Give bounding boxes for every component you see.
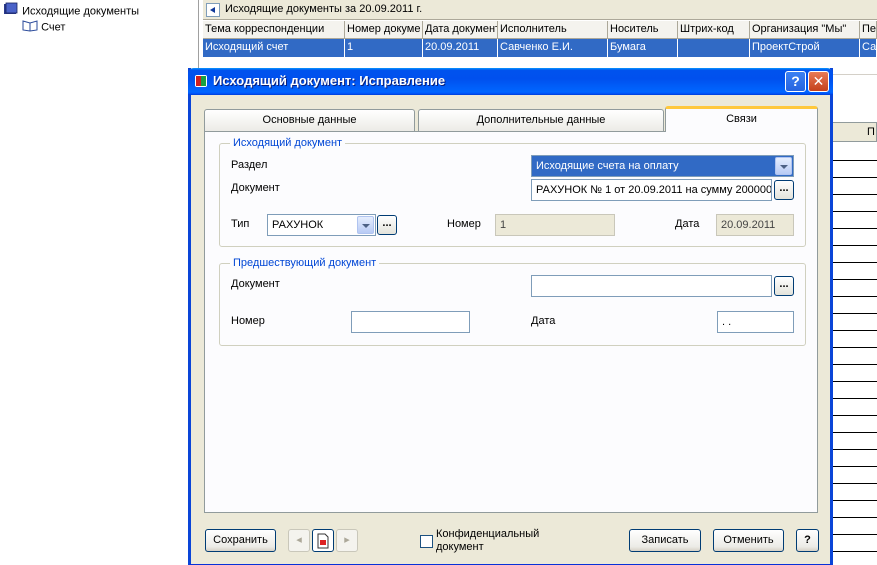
column-header[interactable]: Дата документ (423, 21, 498, 39)
type-label: Тип (231, 218, 250, 230)
column-header[interactable]: Штрих-код (678, 21, 750, 39)
prev-date-label: Дата (531, 315, 556, 327)
folder-tree: Исходящие документы Счет (0, 0, 199, 565)
book-icon (3, 2, 19, 21)
prev-document-field[interactable] (531, 275, 772, 297)
tab-main-data[interactable]: Основные данные (204, 109, 415, 131)
column-header[interactable]: Организация "Мы" (750, 21, 860, 39)
outgoing-document-legend: Исходящий документ (233, 137, 343, 149)
back-arrow-icon[interactable] (206, 3, 220, 17)
document-label: Документ (231, 182, 280, 194)
document-field[interactable]: РАХУНОК № 1 от 20.09.2011 на сумму 20000… (531, 179, 772, 201)
type-select-value: РАХУНОК (272, 219, 324, 231)
right-panel-lines (832, 144, 877, 565)
chevron-down-icon[interactable] (357, 216, 374, 234)
section-select-value: Исходящие счета на оплату (536, 160, 679, 172)
table-cell: 20.09.2011 (423, 39, 498, 57)
confidential-label: Конфиденциальный документ (436, 528, 540, 553)
dialog-titlebar[interactable]: Исходящий документ: Исправление ? ✕ (188, 68, 833, 95)
next-record-icon[interactable]: ▸ (336, 529, 358, 552)
prev-record-icon[interactable]: ◂ (288, 529, 310, 552)
prev-number-label: Номер (231, 315, 265, 327)
column-header[interactable]: Пер (860, 21, 877, 39)
date-field: 20.09.2011 (716, 214, 794, 236)
column-header[interactable]: Номер докуме (345, 21, 423, 39)
prev-document-label: Документ (231, 278, 280, 290)
table-cell: Исходящий счет (203, 39, 345, 57)
number-label: Номер (447, 218, 481, 230)
confidential-checkbox[interactable] (420, 535, 433, 548)
column-header[interactable]: Тема корреспонденции (203, 21, 345, 39)
number-field: 1 (495, 214, 615, 236)
section-select[interactable]: Исходящие счета на оплату (531, 155, 794, 177)
help-button[interactable]: ? (796, 529, 819, 552)
tab-panel-links: Исходящий документ Раздел Исходящие счет… (204, 131, 818, 513)
dialog-title: Исходящий документ: Исправление (213, 73, 446, 88)
prev-document-browse-button[interactable]: ... (774, 276, 794, 296)
right-panel-label: П (867, 126, 875, 138)
prev-date-field[interactable]: . . (717, 311, 794, 333)
previous-document-legend: Предшествующий документ (233, 257, 377, 269)
tree-item-outgoing-docs[interactable]: Исходящие документы (3, 2, 139, 18)
right-panel-button[interactable]: П (832, 122, 877, 142)
document-dialog: Исходящий документ: Исправление ? ✕ Осно… (188, 68, 833, 565)
column-header[interactable]: Носитель (608, 21, 678, 39)
prev-number-field[interactable] (351, 311, 470, 333)
list-title: Исходящие документы за 20.09.2011 г. (225, 3, 423, 15)
document-app-icon (194, 74, 208, 88)
table-cell: Бумага (608, 39, 678, 57)
table-cell: Са (860, 39, 877, 57)
help-title-button[interactable]: ? (785, 71, 806, 92)
tree-item-label: Счет (41, 21, 66, 34)
section-label: Раздел (231, 159, 268, 171)
type-select[interactable]: РАХУНОК (267, 214, 376, 236)
cancel-button[interactable]: Отменить (713, 529, 784, 552)
open-book-icon (22, 18, 38, 37)
tree-item-invoice[interactable]: Счет (22, 18, 65, 34)
tab-additional-data[interactable]: Дополнительные данные (418, 109, 664, 131)
tab-links[interactable]: Связи (665, 106, 818, 132)
document-browse-button[interactable]: ... (774, 180, 794, 200)
save-button[interactable]: Сохранить (205, 529, 276, 552)
close-button[interactable]: ✕ (808, 71, 829, 92)
document-icon (317, 533, 329, 549)
table-cell: Савченко Е.И. (498, 39, 608, 57)
tree-item-label: Исходящие документы (22, 5, 140, 18)
list-header-bar: Исходящие документы за 20.09.2011 г. (203, 0, 877, 20)
table-cell: 1 (345, 39, 423, 57)
write-button[interactable]: Записать (629, 529, 701, 552)
type-browse-button[interactable]: ... (377, 215, 397, 235)
document-attach-button[interactable] (312, 529, 334, 552)
chevron-down-icon[interactable] (775, 157, 792, 175)
date-label: Дата (675, 218, 700, 230)
column-header[interactable]: Исполнитель (498, 21, 608, 39)
table-cell: ПроектСтрой (750, 39, 860, 57)
table-cell (678, 39, 750, 57)
